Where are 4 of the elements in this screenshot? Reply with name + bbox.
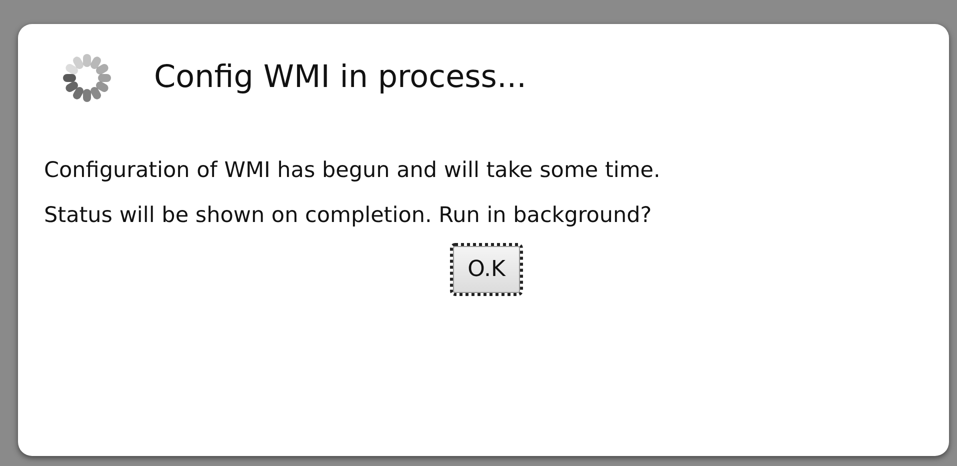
message-text: Status will be shown on completion. Run in background?: [44, 202, 653, 230]
dialog-title: Config WMI in process...: [154, 59, 527, 97]
ok-button[interactable]: O.K: [452, 246, 520, 293]
message-text: Configuration of WMI has begun and will take some time.: [44, 157, 662, 185]
